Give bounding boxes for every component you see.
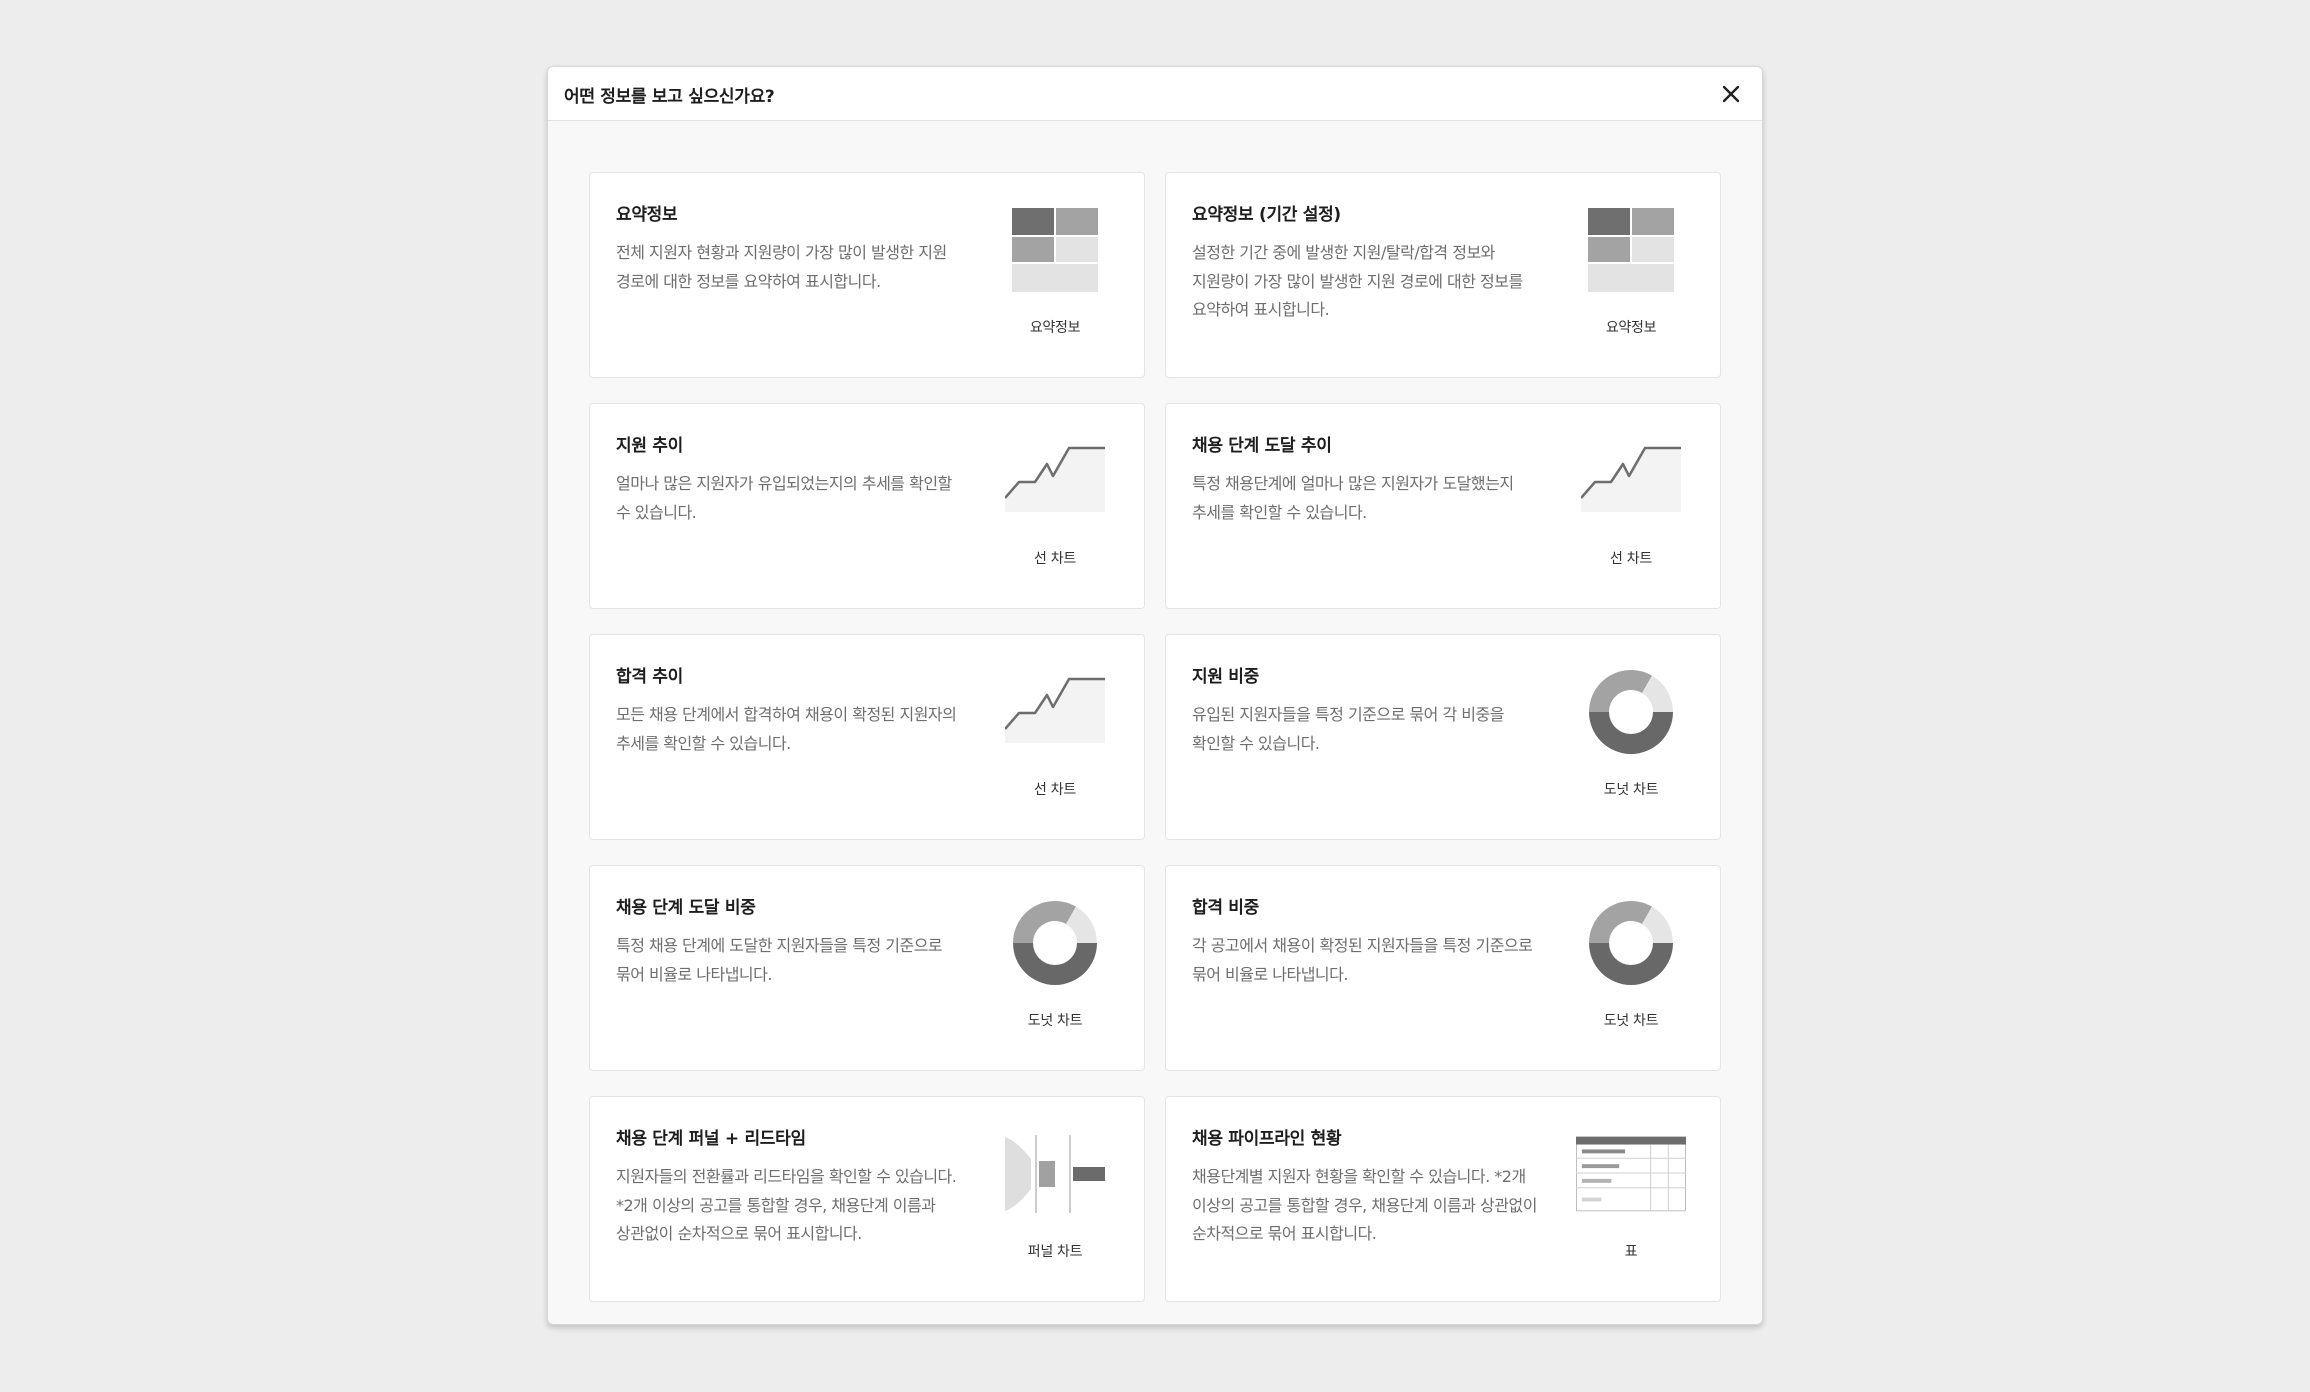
card-title: 합격 비중 bbox=[1192, 898, 1259, 918]
widget-card-stage-funnel[interactable]: 채용 단계 퍼널 + 리드타임 지원자들의 전환률과 리드타임을 확인할 수 있… bbox=[589, 1096, 1145, 1302]
dialog-header: 어떤 정보를 보고 싶으신가요? bbox=[548, 67, 1762, 121]
card-chart-type: 도넛 차트 bbox=[1027, 1013, 1083, 1029]
funnel-chart-icon bbox=[1000, 1131, 1110, 1217]
card-chart-type: 도넛 차트 bbox=[1603, 1013, 1659, 1029]
card-title: 합격 추이 bbox=[616, 667, 683, 687]
widget-card-stage-reach-trend[interactable]: 채용 단계 도달 추이 특정 채용단계에 얼마나 많은 지원자가 도달했는지 추… bbox=[1165, 403, 1721, 609]
card-chart-type: 선 차트 bbox=[1034, 782, 1076, 798]
widget-card-application-trend[interactable]: 지원 추이 얼마나 많은 지원자가 유입되었는지의 추세를 확인할 수 있습니다… bbox=[589, 403, 1145, 609]
card-title: 지원 추이 bbox=[616, 436, 683, 456]
card-title: 요약정보 bbox=[616, 205, 678, 225]
card-chart-type: 선 차트 bbox=[1034, 551, 1076, 567]
card-title: 채용 단계 도달 추이 bbox=[1192, 436, 1332, 456]
card-description: 각 공고에서 채용이 확정된 지원자들을 특정 기준으로 묶어 비율로 나타냅니… bbox=[1192, 936, 1533, 984]
close-button[interactable] bbox=[1718, 81, 1744, 107]
card-description: 설정한 기간 중에 발생한 지원/탈락/합격 정보와 지원량이 가장 많이 발생… bbox=[1192, 243, 1523, 319]
card-chart-type: 선 차트 bbox=[1610, 551, 1652, 567]
card-title: 지원 비중 bbox=[1192, 667, 1259, 687]
donut-chart-icon bbox=[1576, 900, 1686, 986]
close-icon bbox=[1722, 85, 1740, 103]
line-chart-icon bbox=[1000, 669, 1110, 755]
card-description: 얼마나 많은 지원자가 유입되었는지의 추세를 확인할 수 있습니다. bbox=[616, 474, 952, 522]
widget-card-pass-trend[interactable]: 합격 추이 모든 채용 단계에서 합격하여 채용이 확정된 지원자의 추세를 확… bbox=[589, 634, 1145, 840]
widget-card-summary-period[interactable]: 요약정보 (기간 설정) 설정한 기간 중에 발생한 지원/탈락/합격 정보와 … bbox=[1165, 172, 1721, 378]
widget-card-summary[interactable]: 요약정보 전체 지원자 현황과 지원량이 가장 많이 발생한 지원 경로에 대한… bbox=[589, 172, 1145, 378]
card-chart-type: 표 bbox=[1624, 1244, 1638, 1260]
donut-chart-icon bbox=[1576, 669, 1686, 755]
widget-select-dialog: 어떤 정보를 보고 싶으신가요? 요약정보 전체 지원자 현황과 지원량이 가장… bbox=[547, 66, 1763, 1325]
card-description: 특정 채용 단계에 도달한 지원자들을 특정 기준으로 묶어 비율로 나타냅니다… bbox=[616, 936, 943, 984]
summary-grid-icon bbox=[1000, 207, 1110, 293]
card-chart-type: 퍼널 차트 bbox=[1027, 1244, 1083, 1260]
card-description: 지원자들의 전환률과 리드타임을 확인할 수 있습니다. *2개 이상의 공고를… bbox=[616, 1167, 957, 1243]
card-description: 특정 채용단계에 얼마나 많은 지원자가 도달했는지 추세를 확인할 수 있습니… bbox=[1192, 474, 1514, 522]
table-icon bbox=[1576, 1131, 1686, 1217]
card-description: 전체 지원자 현황과 지원량이 가장 많이 발생한 지원 경로에 대한 정보를 … bbox=[616, 243, 947, 291]
card-title: 채용 단계 도달 비중 bbox=[616, 898, 756, 918]
card-title: 요약정보 (기간 설정) bbox=[1192, 205, 1341, 225]
summary-grid-icon bbox=[1576, 207, 1686, 293]
card-description: 채용단계별 지원자 현황을 확인할 수 있습니다. *2개 이상의 공고를 통합… bbox=[1192, 1167, 1537, 1243]
card-chart-type: 요약정보 bbox=[1605, 320, 1657, 336]
donut-chart-icon bbox=[1000, 900, 1110, 986]
widget-card-pass-ratio[interactable]: 합격 비중 각 공고에서 채용이 확정된 지원자들을 특정 기준으로 묶어 비율… bbox=[1165, 865, 1721, 1071]
widget-card-pipeline-status[interactable]: 채용 파이프라인 현황 채용단계별 지원자 현황을 확인할 수 있습니다. *2… bbox=[1165, 1096, 1721, 1302]
line-chart-icon bbox=[1000, 438, 1110, 524]
widget-option-grid: 요약정보 전체 지원자 현황과 지원량이 가장 많이 발생한 지원 경로에 대한… bbox=[589, 172, 1721, 1302]
card-description: 유입된 지원자들을 특정 기준으로 묶어 각 비중을 확인할 수 있습니다. bbox=[1192, 705, 1504, 753]
line-chart-icon bbox=[1576, 438, 1686, 524]
widget-card-stage-reach-ratio[interactable]: 채용 단계 도달 비중 특정 채용 단계에 도달한 지원자들을 특정 기준으로 … bbox=[589, 865, 1145, 1071]
card-description: 모든 채용 단계에서 합격하여 채용이 확정된 지원자의 추세를 확인할 수 있… bbox=[616, 705, 957, 753]
dialog-title: 어떤 정보를 보고 싶으신가요? bbox=[564, 87, 775, 107]
card-title: 채용 단계 퍼널 + 리드타임 bbox=[616, 1129, 806, 1149]
card-chart-type: 요약정보 bbox=[1029, 320, 1081, 336]
widget-card-application-ratio[interactable]: 지원 비중 유입된 지원자들을 특정 기준으로 묶어 각 비중을 확인할 수 있… bbox=[1165, 634, 1721, 840]
card-title: 채용 파이프라인 현황 bbox=[1192, 1129, 1342, 1149]
card-chart-type: 도넛 차트 bbox=[1603, 782, 1659, 798]
